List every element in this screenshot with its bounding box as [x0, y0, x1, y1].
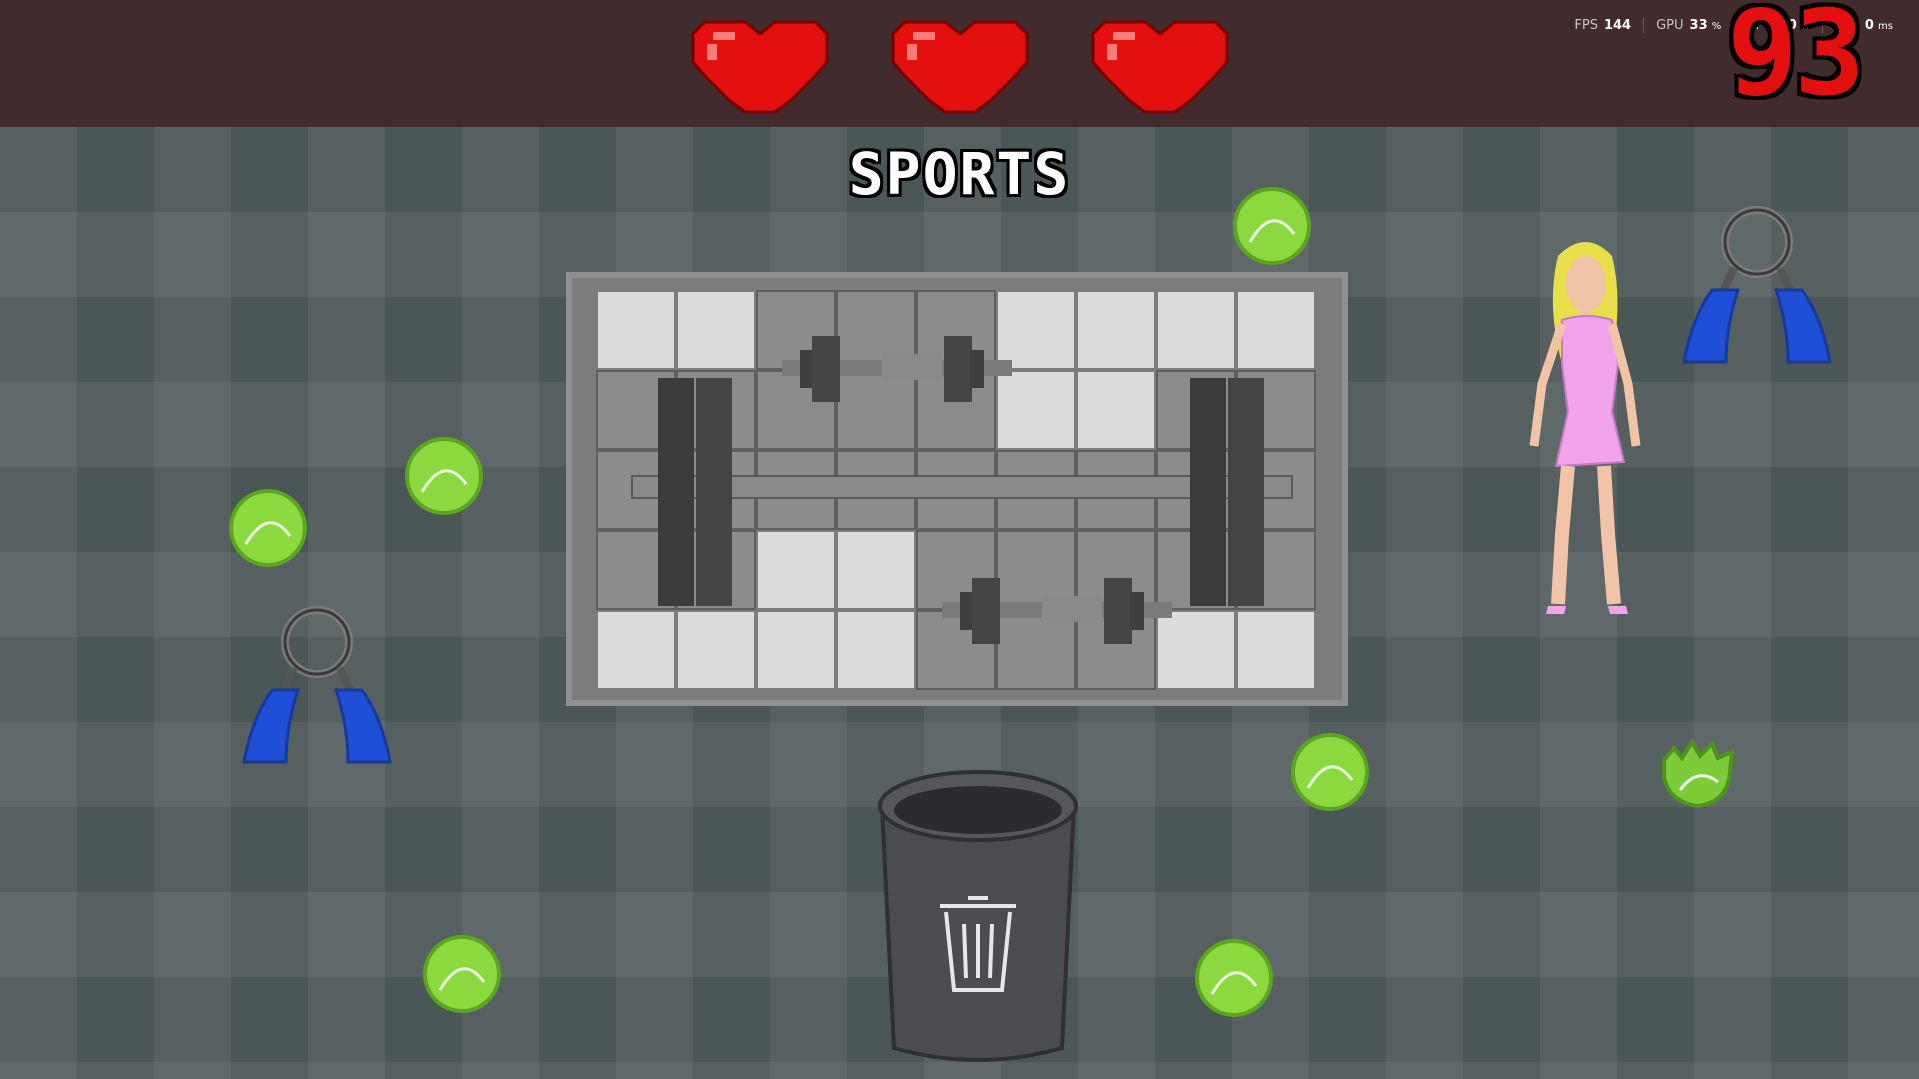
doll-figure[interactable]	[1528, 234, 1646, 620]
hand-grip-right[interactable]	[1680, 206, 1834, 366]
latency-unit: ms	[1878, 21, 1893, 32]
tennis-ball-5[interactable]	[422, 934, 502, 1014]
score-counter: 93	[1726, 0, 1865, 122]
tennis-ball-6[interactable]	[1194, 938, 1274, 1018]
tennis-ball-4[interactable]	[1290, 732, 1370, 812]
dumbbell-placed-top	[782, 336, 1012, 402]
tennis-ball-1[interactable]	[1232, 186, 1312, 266]
heart-icon-life-3	[1091, 20, 1229, 114]
heart-icon-life-2	[891, 20, 1029, 114]
latency-value: 0	[1864, 18, 1874, 33]
top-bar: FPS 144 GPU 33 % CPU 10 % LAT 0 ms 93	[0, 0, 1919, 127]
tennis-ball-3[interactable]	[228, 488, 308, 568]
trash-can[interactable]	[876, 768, 1080, 1070]
gpu-readout: GPU 33 %	[1644, 18, 1735, 33]
fps-label: FPS	[1574, 18, 1598, 33]
gpu-value: 33	[1689, 18, 1708, 33]
hand-grip-left[interactable]	[240, 606, 394, 766]
barbell-placed	[631, 378, 1293, 606]
category-title: SPORTS	[848, 140, 1071, 208]
tennis-ball-2[interactable]	[404, 436, 484, 516]
placed-items-layer	[631, 336, 1293, 644]
fps-value: 144	[1603, 18, 1632, 33]
gpu-unit: %	[1711, 21, 1722, 32]
fps-readout: FPS 144	[1562, 18, 1645, 33]
burst-tennis-ball[interactable]	[1658, 730, 1738, 810]
heart-icon-life-1	[691, 20, 829, 114]
dumbbell-placed-bottom	[942, 578, 1172, 644]
gpu-label: GPU	[1656, 18, 1684, 33]
puzzle-board[interactable]	[566, 272, 1348, 706]
